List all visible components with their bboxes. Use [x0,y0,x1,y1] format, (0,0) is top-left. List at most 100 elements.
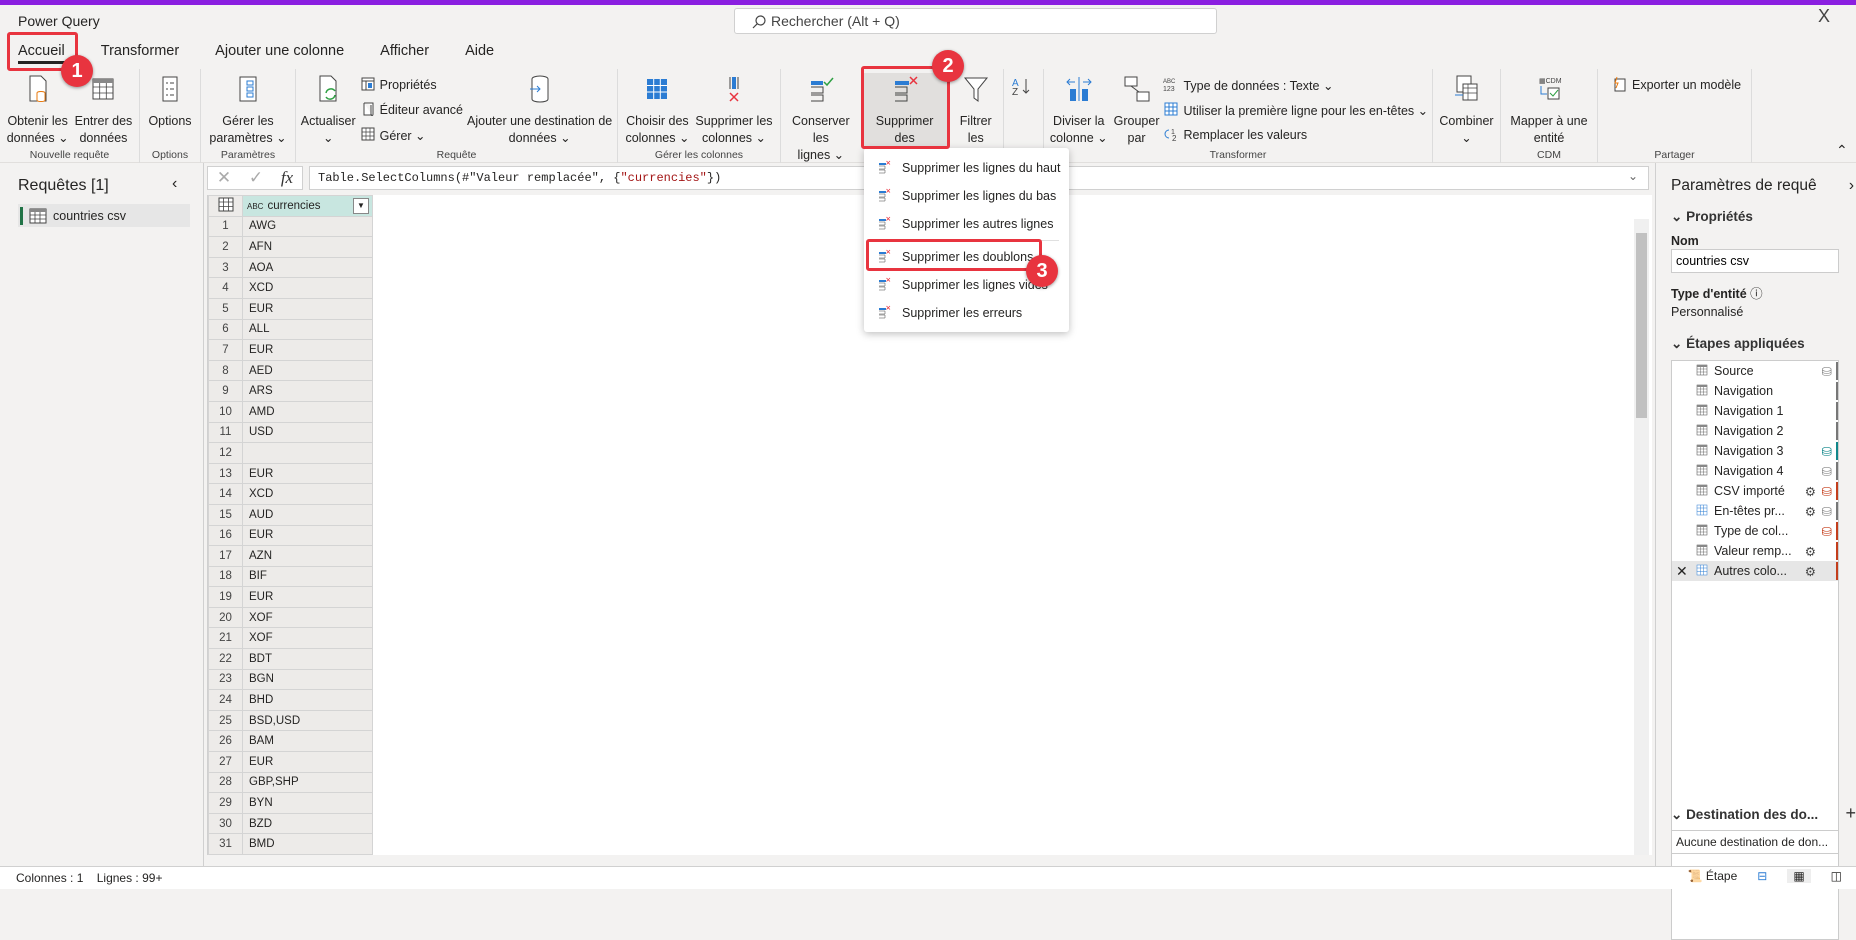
cell[interactable]: XCD [242,277,373,299]
cell[interactable]: AZN [242,545,373,567]
cell[interactable]: BSD,USD [242,709,373,732]
tab-transformer[interactable]: Transformer [83,36,197,68]
applied-step[interactable]: Navigation 1 [1672,401,1838,421]
name-input[interactable] [1671,249,1839,273]
cell[interactable]: BGN [242,668,373,691]
row-number[interactable]: 24 [208,689,243,711]
delete-step-icon[interactable]: ✕ [1676,563,1688,580]
menu-item-remove-alternate-rows[interactable]: Supprimer les autres lignes [864,210,1069,238]
cell[interactable]: AOA [242,256,373,279]
tab-aide[interactable]: Aide [447,36,512,68]
applied-step[interactable]: Navigation [1672,381,1838,401]
text-type-icon[interactable]: ABC [247,202,263,211]
schema-view-icon[interactable]: ◫ [1831,869,1842,883]
step-view-button[interactable]: 📜 Étape [1688,869,1738,883]
choose-columns-button[interactable]: Choisir des colonnes ⌄ [623,73,691,149]
applied-step[interactable]: CSV importé ⚙ ⛁ [1672,481,1838,501]
cell[interactable]: ALL [242,318,373,341]
query-item[interactable]: countries csv [18,204,190,227]
applied-step[interactable]: Valeur remp... ⚙ [1672,541,1838,561]
cell[interactable]: EUR [242,297,373,320]
cell[interactable]: AWG [242,215,373,238]
filter-button[interactable]: Filtrer les lignes [949,73,1003,162]
table-menu-icon[interactable] [208,195,243,217]
cell[interactable]: XOF [242,606,373,629]
cell[interactable]: XOF [242,627,373,650]
row-number[interactable]: 2 [208,236,243,258]
check-icon[interactable]: ✓ [249,168,263,188]
cell[interactable]: EUR [242,524,373,547]
destination-value[interactable]: Aucune destination de don... [1671,830,1839,854]
parameters-button[interactable]: Gérer les paramètres ⌄ [207,73,288,149]
manage-button[interactable]: Gérer ⌄ [360,125,463,145]
applied-step[interactable]: ✕ Autres colo... ⚙ [1672,561,1838,581]
row-number[interactable]: 23 [208,668,243,691]
export-template-button[interactable]: Exporter un modèle [1612,75,1741,95]
row-number[interactable]: 20 [208,606,243,629]
cell[interactable]: ARS [242,380,373,402]
scrollbar-thumb[interactable] [1636,233,1647,418]
cell[interactable]: XCD [242,483,373,505]
cell[interactable]: EUR [242,751,373,773]
applied-step[interactable]: Navigation 4 ⛁ [1672,461,1838,481]
sort-button[interactable]: AZ [1006,73,1042,149]
gear-icon[interactable]: ⚙ [1805,504,1816,519]
options-button[interactable]: Options [146,73,193,149]
row-number[interactable]: 10 [208,400,243,423]
destination-button[interactable]: Ajouter une destination de données ⌄ [465,73,614,149]
row-number[interactable]: 12 [208,442,243,464]
row-number[interactable]: 25 [208,709,243,732]
row-number[interactable]: 21 [208,627,243,650]
row-number[interactable]: 31 [208,833,243,855]
cell[interactable]: AMD [242,400,373,423]
applied-step[interactable]: Source ⛁ [1672,361,1838,381]
tab-ajouter-une-colonne[interactable]: Ajouter une colonne [197,36,362,68]
refresh-button[interactable]: Actualiser ⌄ [299,73,358,149]
row-number[interactable]: 8 [208,359,243,382]
properties-header[interactable]: ⌄ Propriétés [1671,209,1753,225]
row-number[interactable]: 5 [208,297,243,320]
cell[interactable]: AUD [242,503,373,526]
row-number[interactable]: 9 [208,380,243,402]
get-data-button[interactable]: Obtenir les données ⌄ [5,73,71,149]
gear-icon[interactable]: ⚙ [1805,544,1816,559]
cell[interactable]: EUR [242,586,373,608]
row-number[interactable]: 17 [208,545,243,567]
cell[interactable]: BYN [242,792,373,814]
cell[interactable]: GBP,SHP [242,771,373,794]
properties-button[interactable]: Propriétés [360,75,463,95]
expand-icon[interactable]: › [1849,177,1854,195]
row-number[interactable]: 14 [208,483,243,505]
cell[interactable]: EUR [242,339,373,361]
cdm-button[interactable]: ▦CDM Mapper à une entité [1508,73,1589,149]
expand-formula-icon[interactable]: ⌄ [1628,169,1638,184]
menu-item-remove-errors[interactable]: Supprimer les erreurs [864,299,1069,327]
collapse-queries-icon[interactable]: ‹ [172,175,177,193]
split-column-button[interactable]: Diviser la colonne ⌄ [1048,73,1110,149]
menu-item-remove-top-rows[interactable]: Supprimer les lignes du haut [864,154,1069,182]
diagram-view-icon[interactable]: ⊟ [1757,869,1767,883]
applied-step[interactable]: Navigation 3 ⛁ [1672,441,1838,461]
cell[interactable]: BDT [242,648,373,670]
header-row-button[interactable]: Utiliser la première ligne pour les en-t… [1163,100,1428,120]
cell[interactable]: BZD [242,812,373,835]
replace-values-button[interactable]: 1 2 Remplacer les valeurs [1163,125,1428,145]
row-number[interactable]: 4 [208,277,243,299]
row-number[interactable]: 7 [208,339,243,361]
grid-view-icon[interactable]: ▦ [1787,869,1811,883]
row-number[interactable]: 13 [208,462,243,485]
row-number[interactable]: 19 [208,586,243,608]
remove-columns-button[interactable]: Supprimer les colonnes ⌄ [693,73,774,149]
cell[interactable]: EUR [242,462,373,485]
collapse-ribbon-icon[interactable]: ⌃ [1836,142,1848,159]
row-number[interactable]: 16 [208,524,243,547]
fx-icon[interactable]: fx [281,168,293,188]
group-by-button[interactable]: Grouper par [1112,73,1162,149]
gear-icon[interactable]: ⚙ [1805,564,1816,579]
row-number[interactable]: 18 [208,565,243,588]
tab-afficher[interactable]: Afficher [362,36,447,68]
menu-item-remove-bottom-rows[interactable]: Supprimer les lignes du bas [864,182,1069,210]
column-filter-dropdown[interactable]: ▼ [353,198,369,214]
cell[interactable]: AED [242,359,373,382]
cell[interactable]: AFN [242,236,373,258]
